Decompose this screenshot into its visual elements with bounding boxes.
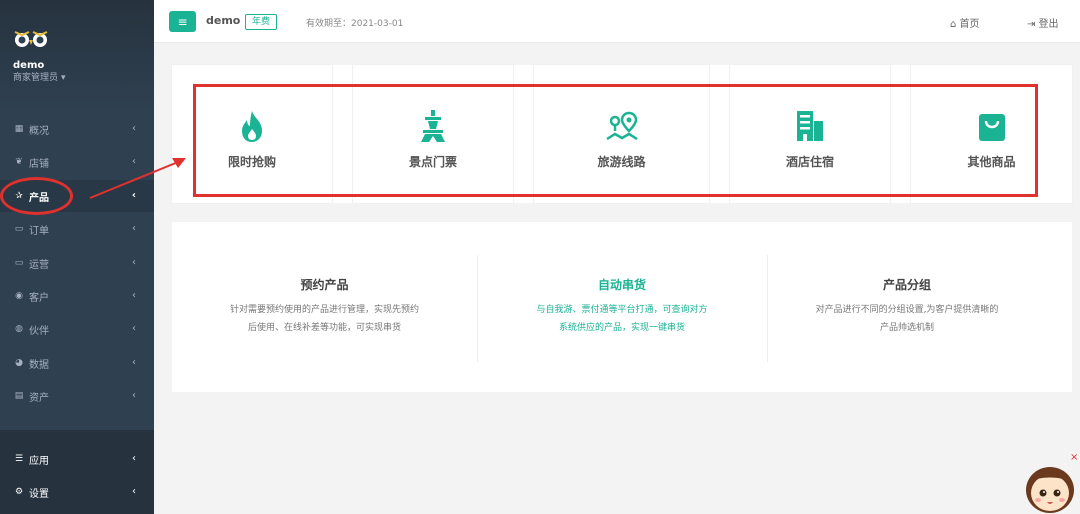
shop-name: demo xyxy=(206,14,241,27)
feature-title: 产品分组 xyxy=(882,278,931,292)
star-icon: ✰ xyxy=(15,191,23,201)
chevron-left-icon: ‹ xyxy=(132,486,136,497)
chevron-left-icon: ‹ xyxy=(132,323,136,334)
partner-icon: ◍ xyxy=(15,324,23,334)
building-icon xyxy=(730,109,890,143)
sidebar-item-customers[interactable]: ◉ 客户 ‹ xyxy=(0,280,154,312)
sidebar-item-operations[interactable]: ▭ 运营 ‹ xyxy=(0,247,154,279)
feature-desc-line: 产品帅选机制 xyxy=(879,323,934,333)
chevron-left-icon: ‹ xyxy=(132,453,136,464)
feature-grouping: 产品分组 对产品进行不同的分组设置,为客户提供清晰的 产品帅选机制 xyxy=(767,255,1047,362)
sidebar-item-data[interactable]: ◕ 数据 ‹ xyxy=(0,347,154,379)
owl-logo xyxy=(13,30,49,48)
sidebar-item-label: 伙伴 xyxy=(29,325,49,337)
sidebar-item-orders[interactable]: ▭ 订单 ‹ xyxy=(0,213,154,245)
product-card-other[interactable]: 其他商品 xyxy=(911,65,1072,203)
dashboard-icon: ▦ xyxy=(14,124,24,134)
product-card-tickets[interactable]: 景点门票 xyxy=(353,65,513,203)
monitor-icon: ▭ xyxy=(14,258,24,268)
top-bar: ≡ demo 年费 有效期至：2021-03-01 ⌂ 首页 ⇥ 登出 xyxy=(154,0,1080,43)
sidebar-item-label: 设置 xyxy=(29,488,49,500)
menu-toggle-button[interactable]: ≡ xyxy=(169,11,196,32)
feature-title: 预约产品 xyxy=(300,278,349,292)
chevron-left-icon: ‹ xyxy=(132,223,136,234)
feature-title: 自动串货 xyxy=(597,278,646,292)
feature-desc-line: 后使用、在线补差等功能，可实现串货 xyxy=(247,323,401,333)
sidebar-item-label: 产品 xyxy=(29,192,49,204)
sidebar-item-label: 店铺 xyxy=(29,158,49,170)
chevron-left-icon: ‹ xyxy=(132,257,136,268)
gears-icon: ⚙ xyxy=(14,487,24,497)
close-icon[interactable]: × xyxy=(1070,452,1078,463)
product-card-routes[interactable]: 旅游线路 xyxy=(534,65,709,203)
sidebar-item-label: 订单 xyxy=(29,225,49,237)
pie-icon: ◕ xyxy=(15,358,23,368)
product-label: 其他商品 xyxy=(967,155,1016,169)
chevron-left-icon: ‹ xyxy=(132,390,136,401)
plan-badge: 年费 xyxy=(245,14,278,30)
logout-link[interactable]: ⇥ 登出 xyxy=(1027,15,1059,30)
feature-desc-line: 对产品进行不同的分组设置,为客户提供清晰的 xyxy=(815,305,999,315)
tower-icon xyxy=(353,109,513,143)
leaf-icon: ❦ xyxy=(15,157,23,167)
card-icon: ▭ xyxy=(14,224,24,234)
chevron-left-icon: ‹ xyxy=(132,290,136,301)
sidebar-item-settings[interactable]: ⚙ 设置 ‹ xyxy=(0,476,154,508)
user-name: demo xyxy=(13,60,45,71)
feature-booking: 预约产品 针对需要预约使用的产品进行管理，实现先预约 后使用、在线补差等功能，可… xyxy=(172,255,477,362)
chevron-left-icon: ‹ xyxy=(132,123,136,134)
sidebar-item-shop[interactable]: ❦ 店铺 ‹ xyxy=(0,146,154,178)
profile-block: demo 商家管理员 ▾ xyxy=(0,0,154,112)
product-label: 酒店住宿 xyxy=(785,155,834,169)
shopping-bag-icon xyxy=(911,109,1072,143)
feature-desc-line: 与自我游、票付通等平台打通，可查询对方 xyxy=(536,305,708,315)
list-icon: ☰ xyxy=(14,454,24,464)
product-cards-panel: 限时抢购 景点门票 旅游线路 酒店住宿 其他商品 xyxy=(172,65,1072,203)
home-link[interactable]: ⌂ 首页 xyxy=(950,15,980,30)
map-route-icon xyxy=(534,109,709,143)
feature-desc-line: 系统供应的产品，实现一键串货 xyxy=(558,323,685,333)
sidebar-item-partners[interactable]: ◍ 伙伴 ‹ xyxy=(0,313,154,345)
sidebar-item-label: 应用 xyxy=(29,455,49,467)
sidebar-item-label: 数据 xyxy=(29,359,49,371)
support-mascot-avatar[interactable] xyxy=(1024,460,1076,514)
product-label: 景点门票 xyxy=(408,155,457,169)
expiry-date: 有效期至：2021-03-01 xyxy=(306,19,404,29)
features-panel: 预约产品 针对需要预约使用的产品进行管理，实现先预约 后使用、在线补差等功能，可… xyxy=(172,222,1072,392)
chevron-left-icon: ‹ xyxy=(131,190,136,201)
sidebar-item-overview[interactable]: ▦ 概况 ‹ xyxy=(0,113,154,145)
sidebar-item-label: 概况 xyxy=(29,125,49,137)
product-card-hotels[interactable]: 酒店住宿 xyxy=(730,65,890,203)
sidebar-item-assets[interactable]: ▤ 资产 ‹ xyxy=(0,380,154,412)
sidebar-item-label: 客户 xyxy=(29,292,49,304)
calculator-icon: ▤ xyxy=(14,391,24,401)
fire-icon xyxy=(172,109,332,143)
sidebar-item-label: 资产 xyxy=(29,392,49,404)
sidebar-item-products[interactable]: ✰ 产品 ‹ xyxy=(0,180,154,212)
feature-auto-resale: 自动串货 与自我游、票付通等平台打通，可查询对方 系统供应的产品，实现一键串货 xyxy=(477,255,767,362)
product-card-flash-sale[interactable]: 限时抢购 xyxy=(172,65,332,203)
product-label: 旅游线路 xyxy=(597,155,646,169)
sidebar-item-apps[interactable]: ☰ 应用 ‹ xyxy=(0,443,154,475)
feature-desc-line: 针对需要预约使用的产品进行管理，实现先预约 xyxy=(229,305,419,315)
sidebar: demo 商家管理员 ▾ ▦ 概况 ‹ ❦ 店铺 ‹ ✰ 产品 ‹ ▭ 订单 ‹ ▭ 运营 ‹ ◉ 客户… xyxy=(0,0,154,514)
caret-down-icon: ▾ xyxy=(61,73,66,83)
sidebar-item-label: 运营 xyxy=(29,259,49,271)
user-role-dropdown[interactable]: 商家管理员 ▾ xyxy=(13,72,154,84)
product-label: 限时抢购 xyxy=(227,155,276,169)
chevron-left-icon: ‹ xyxy=(132,357,136,368)
user-circle-icon: ◉ xyxy=(15,291,23,301)
chevron-left-icon: ‹ xyxy=(132,156,136,167)
user-role-label: 商家管理员 xyxy=(13,73,59,83)
